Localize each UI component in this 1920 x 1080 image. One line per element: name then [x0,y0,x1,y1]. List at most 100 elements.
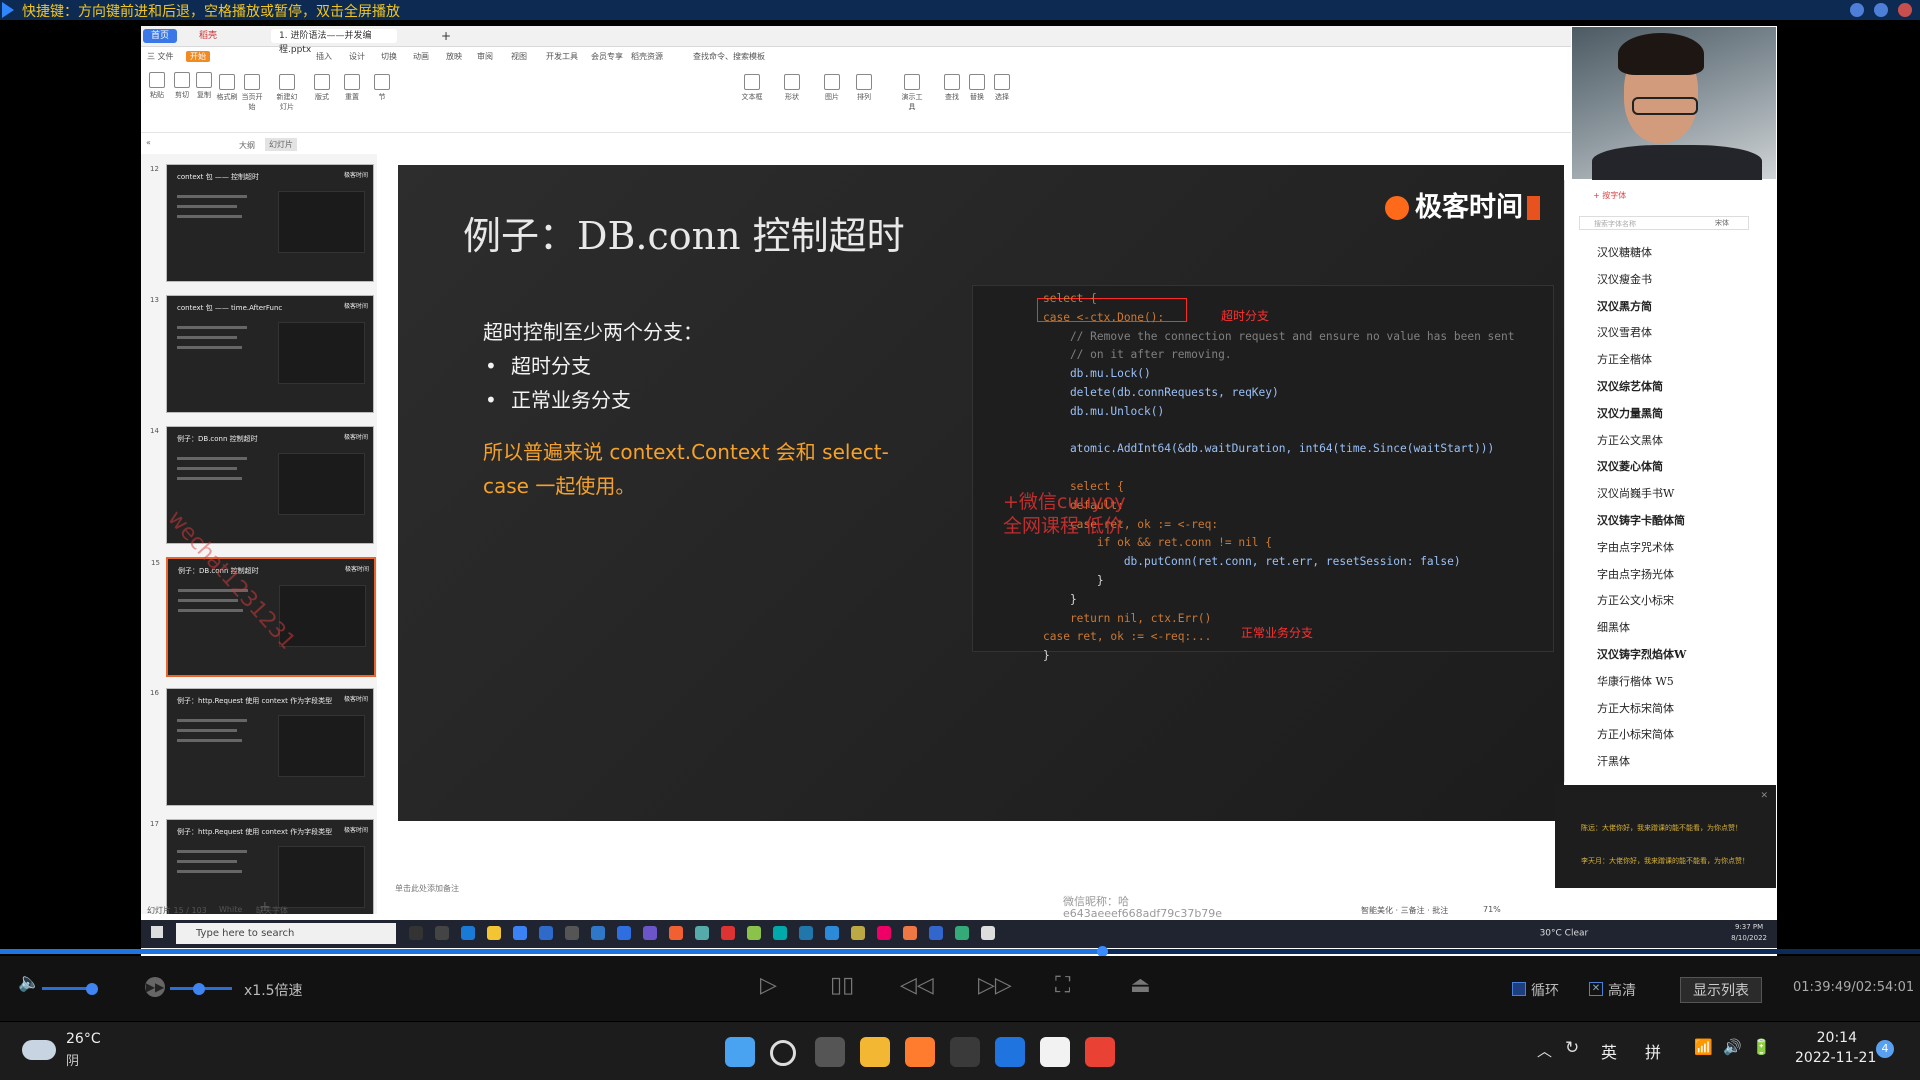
ribbon-button[interactable]: 查找 [941,74,963,102]
inner-app-icon[interactable] [929,926,943,940]
menu-item[interactable]: 视图 [511,51,527,62]
menu-item[interactable]: 查找命令、搜索模板 [693,51,765,62]
tab-outline[interactable]: 大纲 [239,140,255,151]
hd-checkbox[interactable]: ✕ [1589,982,1603,996]
inner-app-icon[interactable] [799,926,813,940]
ribbon-button[interactable]: 复制 [193,72,215,100]
slide-thumbnail[interactable]: 16 例子：http.Request 使用 context 作为字段类型 极客时间 [150,688,374,806]
tab-docer[interactable]: 稻壳 [191,29,225,43]
ribbon-button[interactable]: 排列 [853,74,875,102]
ribbon-button[interactable]: 节 [371,74,393,102]
menu-item[interactable]: 审阅 [477,51,493,62]
font-item[interactable]: 汉仪铸字烈焰体W [1597,646,1686,662]
ribbon-button[interactable]: 形状 [781,74,803,102]
font-item[interactable]: 汉仪黑方简 [1597,298,1652,314]
sync-icon[interactable]: ↻ [1565,1038,1579,1058]
ribbon-button[interactable]: 粘贴 [146,72,168,100]
font-item[interactable]: 方正公文黑体 [1597,432,1663,448]
slide-thumbnail[interactable]: 12 context 包 —— 控制超时 极客时间 [150,164,374,282]
inner-app-icon[interactable] [877,926,891,940]
menu-item[interactable]: 动画 [413,51,429,62]
ribbon-button[interactable]: 版式 [311,74,333,102]
inner-app-icon[interactable] [825,926,839,940]
menu-item[interactable]: 稻壳资源 [631,51,663,62]
speaker-icon[interactable]: 🔊 [1723,1038,1742,1056]
font-item[interactable]: 汉仪力量黑简 [1597,405,1663,421]
font-item[interactable]: 细黑体 [1597,619,1630,635]
ribbon-button[interactable]: 替换 [966,74,988,102]
font-search-type[interactable]: 宋体 [1715,218,1729,228]
collapse-icon[interactable]: « [146,138,151,147]
inner-app-icon[interactable] [955,926,969,940]
ribbon-button[interactable]: 剪切 [171,72,193,100]
minimize-icon[interactable] [1850,3,1864,17]
menu-item[interactable]: 插入 [316,51,332,62]
popup-close-icon[interactable]: ✕ [1760,791,1768,801]
status-actions[interactable]: 智能美化 · 三备注 · 批注 [1361,905,1448,916]
eject-icon[interactable]: ⏏ [1130,973,1151,998]
tray-chevron-icon[interactable]: ︿ [1537,1040,1552,1061]
inner-app-icon[interactable] [565,926,579,940]
ime-mode[interactable]: 拼 [1645,1039,1661,1063]
font-item[interactable]: 方正大标宋简体 [1597,700,1674,716]
search-icon[interactable] [770,1040,796,1066]
notification-badge[interactable]: 4 [1876,1040,1894,1058]
ribbon-button[interactable]: 演示工具 [901,74,923,112]
weather-cloud-icon[interactable] [22,1040,56,1060]
inner-app-icon[interactable] [591,926,605,940]
font-item[interactable]: 字由点字扬光体 [1597,566,1674,582]
ribbon-button[interactable]: 文本框 [741,74,763,102]
os-date[interactable]: 2022-11-21 [1795,1050,1876,1066]
fullscreen-icon[interactable]: ⛶ [1055,973,1070,998]
font-item[interactable]: 汉仪瘦金书 [1597,271,1652,287]
volume-knob[interactable] [86,983,98,995]
inner-app-icon[interactable] [903,926,917,940]
menu-item[interactable]: 会员专享 [591,51,623,62]
slide-canvas[interactable]: 极客时间 例子：DB.conn 控制超时 超时控制至少两个分支： 超时分支 正常… [398,165,1564,821]
inner-app-icon[interactable] [539,926,553,940]
inner-app-icon[interactable] [981,926,995,940]
os-time[interactable]: 20:14 [1802,1030,1857,1046]
inner-search-box[interactable]: Type here to search [176,923,396,944]
player-icon[interactable] [995,1037,1025,1067]
close-icon[interactable] [1898,3,1912,17]
inner-app-icon[interactable] [617,926,631,940]
ribbon-button[interactable]: 选择 [991,74,1013,102]
inner-app-icon[interactable] [461,926,475,940]
inner-app-icon[interactable] [643,926,657,940]
menu-item[interactable]: 切换 [381,51,397,62]
font-item[interactable]: 方正全楷体 [1597,351,1652,367]
file-explorer-icon[interactable] [860,1037,890,1067]
goland-icon[interactable] [950,1037,980,1067]
font-item[interactable]: 汉仪综艺体简 [1597,378,1663,394]
font-item[interactable]: 汉仪糖糖体 [1597,244,1652,260]
ribbon-button[interactable]: 格式刷 [216,74,238,102]
font-item[interactable]: 字由点字咒术体 [1597,539,1674,555]
font-item[interactable]: 方正公文小标宋 [1597,592,1674,608]
font-panel-header[interactable]: + 按字体 [1593,190,1626,201]
inner-app-icon[interactable] [409,926,423,940]
loop-checkbox[interactable] [1512,982,1526,996]
start-icon[interactable] [725,1037,755,1067]
ribbon-button[interactable]: 新建幻灯片 [276,74,298,112]
menu-item[interactable]: 开发工具 [546,51,578,62]
notes-bar[interactable]: 单击此处添加备注 [391,881,1531,895]
menu-item[interactable]: 放映 [446,51,462,62]
inner-app-icon[interactable] [851,926,865,940]
tab-slides[interactable]: 幻灯片 [265,138,297,151]
battery-icon[interactable]: 🔋 [1752,1038,1771,1056]
task-view-icon[interactable] [815,1037,845,1067]
inner-app-icon[interactable] [747,926,761,940]
font-item[interactable]: 方正小标宋简体 [1597,726,1674,742]
maximize-icon[interactable] [1874,3,1888,17]
menu-item[interactable]: 三 文件 [147,51,174,62]
inner-start-icon[interactable] [151,926,163,938]
pause-icon[interactable]: ▯▯ [830,973,854,998]
ribbon-button[interactable]: 图片 [821,74,843,102]
ribbon-button[interactable]: 当页开始 [241,74,263,112]
video-progress-bar[interactable] [0,946,1920,957]
slide-thumbnail[interactable]: 13 context 包 —— time.AfterFunc 极客时间 [150,295,374,413]
notes-placeholder[interactable]: 单击此处添加备注 [395,883,459,894]
missing-font[interactable]: 缺失字体 [256,905,288,916]
inner-app-icon[interactable] [721,926,735,940]
